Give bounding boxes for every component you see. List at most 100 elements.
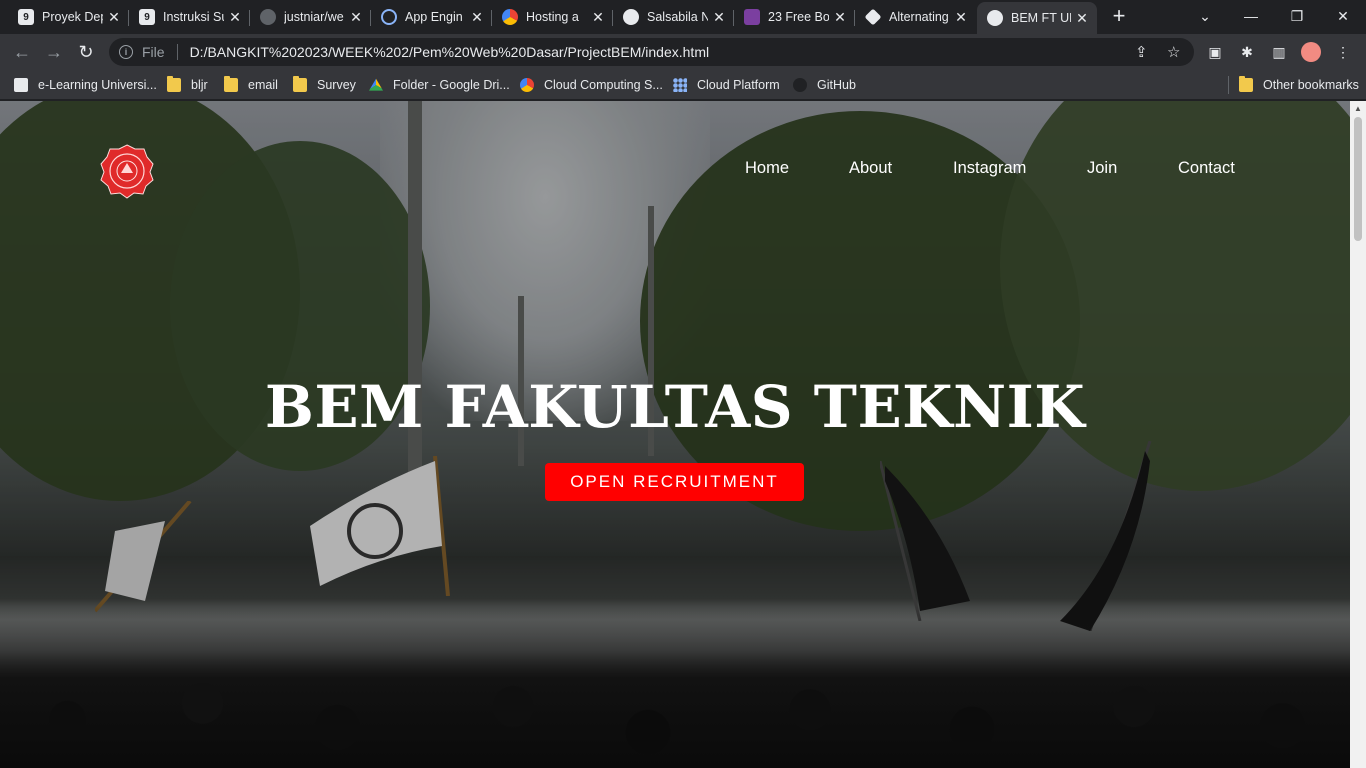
site-nav: Home About Instagram Join Contact — [0, 159, 1350, 183]
tab-title: BEM FT UN — [1011, 11, 1071, 25]
close-icon[interactable]: ✕ — [833, 9, 847, 26]
folder-icon — [224, 76, 238, 92]
github-icon — [793, 78, 807, 92]
close-icon[interactable]: ✕ — [228, 9, 242, 26]
url-text[interactable]: D:/BANGKIT%202023/WEEK%202/Pem%20Web%20D… — [190, 44, 710, 60]
bookmark-cloud-computing[interactable]: Cloud Computing S... — [520, 76, 663, 94]
google-cloud-icon — [520, 78, 534, 92]
bookmark-label: e-Learning Universi... — [38, 78, 157, 92]
cloud-platform-icon — [673, 78, 687, 92]
globe-icon — [987, 10, 1003, 26]
tab-alternating[interactable]: Alternating ✕ — [855, 2, 976, 32]
tab-title: 23 Free Bo — [768, 10, 829, 24]
github-icon — [260, 9, 276, 25]
tab-github[interactable]: justniar/we ✕ — [250, 2, 371, 32]
menu-kebab-icon[interactable]: ⋮ — [1333, 42, 1353, 62]
nav-home-link[interactable]: Home — [745, 159, 789, 178]
bookmark-survey[interactable]: Survey — [293, 76, 356, 94]
nav-about-link[interactable]: About — [849, 159, 892, 178]
tab-strip: 9 Proyek Dep ✕ 9 Instruksi Su ✕ justniar… — [0, 0, 1366, 34]
tab-title: Hosting a — [526, 10, 579, 24]
bookmark-label: bljr — [191, 78, 208, 92]
bookmark-label: GitHub — [817, 78, 856, 92]
reload-button[interactable]: ↻ — [74, 40, 98, 64]
tab-title: justniar/we — [284, 10, 344, 24]
bookmark-label: Other bookmarks — [1263, 78, 1359, 92]
page-viewport: Home About Instagram Join Contact BEM FA… — [0, 101, 1366, 768]
tab-title: Alternating — [889, 10, 949, 24]
bookmarks-divider — [1228, 76, 1229, 94]
hero-headline: BEM FAKULTAS TEKNIK — [264, 373, 1086, 441]
nav-instagram-link[interactable]: Instagram — [953, 159, 1026, 178]
tab-bem-ft[interactable]: BEM FT UN ✕ — [977, 2, 1097, 34]
bookmark-label: Survey — [317, 78, 356, 92]
bookmark-cloud-platform[interactable]: Cloud Platform — [673, 76, 780, 94]
app-engine-icon — [381, 9, 397, 25]
bookmark-label: Cloud Platform — [697, 78, 780, 92]
nav-contact-link[interactable]: Contact — [1178, 159, 1235, 178]
tab-app-engine[interactable]: App Engin ✕ — [371, 2, 492, 32]
share-icon[interactable]: ⇪ — [1135, 43, 1148, 61]
close-icon[interactable]: ✕ — [470, 9, 484, 26]
new-tab-button[interactable]: + — [1107, 5, 1131, 29]
globe-icon — [623, 9, 639, 25]
google-drive-icon — [369, 78, 383, 91]
site-info-icon[interactable]: i — [119, 45, 133, 59]
side-panel-icon[interactable]: ▥ — [1269, 42, 1289, 62]
close-icon[interactable]: ✕ — [1075, 10, 1089, 27]
forward-button[interactable]: → — [42, 40, 66, 64]
minimize-button[interactable]: — — [1228, 0, 1274, 32]
bookmark-bljr[interactable]: bljr — [167, 76, 208, 94]
close-icon[interactable]: ✕ — [107, 9, 121, 26]
tab-search-button[interactable]: ⌄ — [1182, 0, 1228, 32]
glitch-icon: 9 — [18, 9, 34, 25]
tab-title: Proyek Dep — [42, 10, 103, 24]
tab-salsabila[interactable]: Salsabila N ✕ — [613, 2, 734, 32]
close-icon[interactable]: ✕ — [591, 9, 605, 26]
folder-icon — [167, 76, 181, 92]
tab-hosting[interactable]: Hosting a ✕ — [492, 2, 613, 32]
folder-icon — [1239, 76, 1253, 92]
address-bar[interactable]: i File D:/BANGKIT%202023/WEEK%202/Pem%20… — [109, 38, 1194, 66]
profile-avatar[interactable] — [1301, 42, 1321, 62]
nav-join-link[interactable]: Join — [1087, 159, 1117, 178]
tab-title: Salsabila N — [647, 10, 708, 24]
bookmark-label: Cloud Computing S... — [544, 78, 663, 92]
bookmarks-bar: e-Learning Universi... bljr email Survey… — [0, 70, 1366, 100]
page-scrollbar[interactable]: ▲ — [1350, 101, 1366, 768]
tab-title: App Engin — [405, 10, 463, 24]
glitch-icon: 9 — [139, 9, 155, 25]
scroll-up-arrow-icon[interactable]: ▲ — [1350, 101, 1366, 117]
elearning-icon — [14, 78, 28, 92]
bookmark-other[interactable]: Other bookmarks — [1239, 76, 1359, 94]
tab-proyek[interactable]: 9 Proyek Dep ✕ — [8, 2, 129, 32]
close-icon[interactable]: ✕ — [954, 9, 968, 26]
google-cloud-icon — [502, 9, 518, 25]
omnibox-divider — [176, 44, 178, 60]
close-icon[interactable]: ✕ — [712, 9, 726, 26]
bookmark-google-drive[interactable]: Folder - Google Dri... — [369, 76, 510, 94]
codepen-icon — [864, 8, 882, 26]
bookmark-elearning[interactable]: e-Learning Universi... — [14, 76, 157, 94]
hero-section: Home About Instagram Join Contact BEM FA… — [0, 101, 1350, 768]
browser-toolbar: ← → ↻ i File D:/BANGKIT%202023/WEEK%202/… — [0, 34, 1366, 70]
bookmark-label: email — [248, 78, 278, 92]
scrollbar-thumb[interactable] — [1354, 117, 1362, 241]
tab-free-bootstrap[interactable]: 23 Free Bo ✕ — [734, 2, 855, 32]
folder-icon — [293, 76, 307, 92]
close-icon[interactable]: ✕ — [349, 9, 363, 26]
bookmark-github[interactable]: GitHub — [793, 76, 856, 94]
bookmark-email[interactable]: email — [224, 76, 278, 94]
back-button[interactable]: ← — [10, 40, 34, 64]
colorlib-icon — [744, 9, 760, 25]
tab-instruksi[interactable]: 9 Instruksi Su ✕ — [129, 2, 250, 32]
extensions-puzzle-icon[interactable]: ✱ — [1237, 42, 1257, 62]
bookmark-label: Folder - Google Dri... — [393, 78, 510, 92]
close-window-button[interactable]: ✕ — [1320, 0, 1366, 32]
url-scheme: File — [142, 44, 165, 60]
extension-icon[interactable]: ▣ — [1205, 42, 1225, 62]
bookmark-star-icon[interactable]: ☆ — [1167, 43, 1180, 61]
restore-button[interactable]: ❐ — [1274, 0, 1320, 32]
tab-title: Instruksi Su — [163, 10, 224, 24]
open-recruitment-button[interactable]: OPEN RECRUITMENT — [545, 463, 804, 501]
